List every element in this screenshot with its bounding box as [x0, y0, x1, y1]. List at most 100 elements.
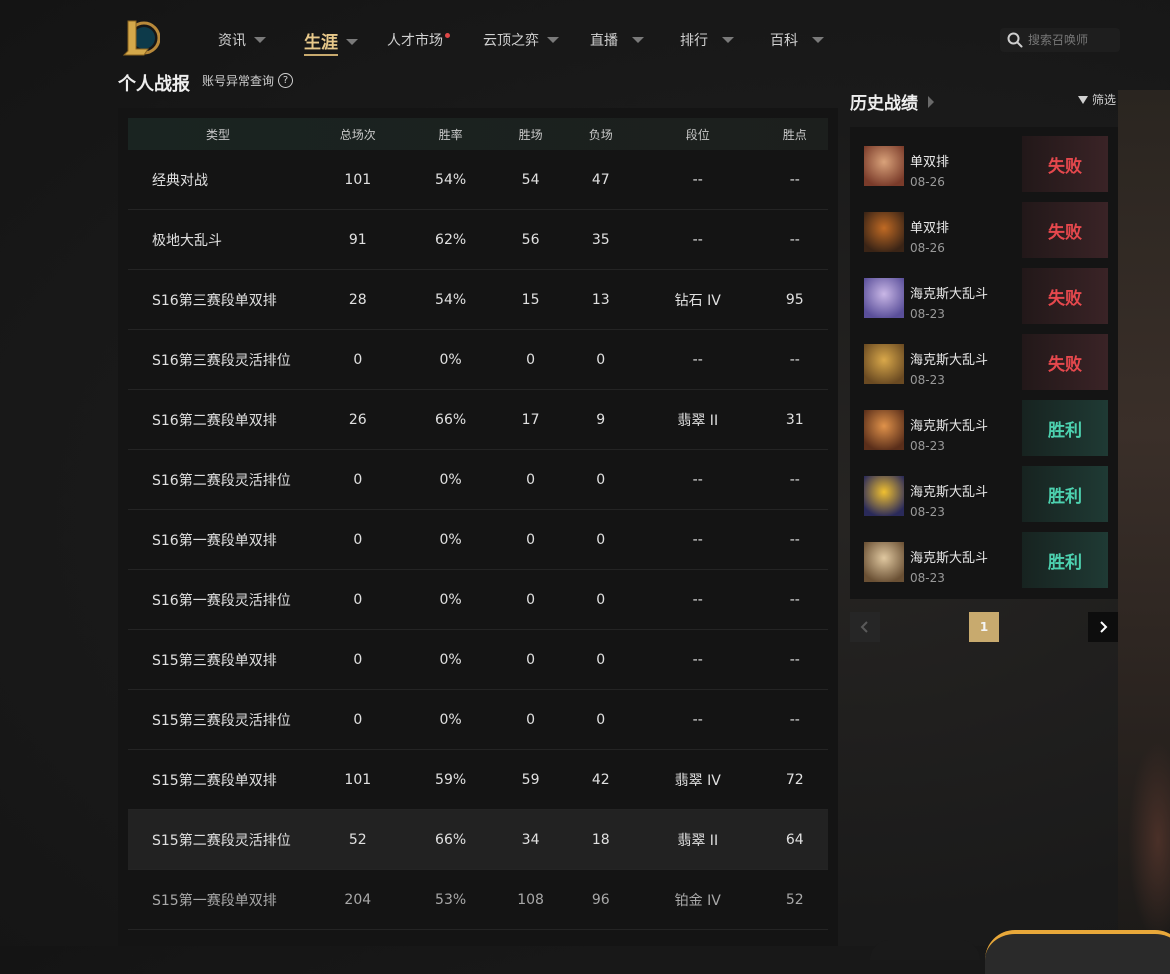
match-date: 08-23	[910, 307, 945, 321]
table-cell: --	[633, 209, 762, 270]
table-cell: 18	[567, 809, 634, 870]
table-cell: --	[633, 509, 762, 570]
history-title[interactable]: 历史战绩	[850, 89, 934, 114]
table-cell: 34	[493, 809, 568, 870]
table-cell: 钻石 IV	[633, 269, 762, 330]
column-header: 胜点	[782, 127, 807, 142]
match-mode: 海克斯大乱斗	[910, 353, 989, 368]
table-cell: 64	[761, 809, 828, 870]
table-cell: 经典对战	[128, 150, 308, 210]
chevron-right-icon	[928, 95, 934, 108]
table-row: S15第一赛段单双排 204 53% 108 96 铂金 IV 52	[128, 869, 828, 930]
search-box[interactable]	[1000, 28, 1120, 52]
match-mode: 单双排	[910, 155, 950, 170]
table-cell: 54	[493, 150, 568, 210]
filter-button[interactable]: 筛选	[1078, 91, 1116, 108]
account-anomaly-link[interactable]: 账号异常查询 ?	[202, 72, 294, 89]
nav-item-tft[interactable]: 云顶之弈	[483, 30, 559, 50]
table-cell: 0	[567, 689, 634, 750]
search-input[interactable]	[1024, 33, 1118, 47]
table-cell: 59%	[407, 749, 494, 810]
table-row: S15第二赛段灵活排位 52 66% 34 18 翡翠 II 64	[128, 809, 828, 870]
nav-item-news[interactable]: 资讯	[218, 30, 266, 50]
match-item[interactable]: 海克斯大乱斗 08-23 胜利	[860, 466, 1108, 526]
table-cell: 108	[493, 869, 568, 930]
table-cell: 0	[493, 629, 568, 690]
nav-label: 云顶之弈	[483, 33, 539, 49]
table-cell: 0	[493, 509, 568, 570]
table-cell: 42	[567, 749, 634, 810]
table-cell: 翡翠 II	[633, 809, 762, 870]
match-date: 08-23	[910, 571, 945, 585]
match-item[interactable]: 单双排 08-26 失败	[860, 202, 1108, 262]
prev-page-button[interactable]	[850, 612, 880, 642]
floating-action-button[interactable]	[985, 930, 1170, 974]
search-icon[interactable]	[1006, 31, 1024, 49]
table-cell: 66%	[407, 389, 494, 450]
champion-avatar	[864, 344, 904, 384]
table-cell: S15第二赛段灵活排位	[128, 809, 308, 870]
table-cell: 52	[761, 869, 828, 930]
table-cell: 0%	[407, 449, 494, 510]
table-cell: 铂金 IV	[633, 869, 762, 930]
nav-label: 排行	[680, 33, 708, 49]
table-cell: 72	[761, 749, 828, 810]
page-number-button[interactable]: 1	[969, 612, 999, 642]
table-cell: 66%	[407, 809, 494, 870]
nav-item-talent-market[interactable]: 人才市场	[387, 30, 450, 50]
match-item[interactable]: 海克斯大乱斗 08-23 失败	[860, 268, 1108, 328]
nav-item-career[interactable]: 生涯	[304, 28, 358, 56]
champion-avatar	[864, 542, 904, 582]
match-item[interactable]: 海克斯大乱斗 08-23 胜利	[860, 532, 1108, 592]
table-cell: 0%	[407, 689, 494, 750]
match-mode: 单双排	[910, 221, 950, 236]
table-cell: S16第二赛段单双排	[128, 389, 308, 450]
match-mode: 海克斯大乱斗	[910, 419, 989, 434]
table-cell: 0	[567, 449, 634, 510]
chevron-down-icon	[547, 37, 559, 43]
table-cell: --	[761, 209, 828, 270]
table-cell: --	[633, 449, 762, 510]
nav-item-ranking[interactable]: 排行	[680, 30, 734, 50]
table-cell: 52	[308, 809, 408, 870]
match-item[interactable]: 海克斯大乱斗 08-23 失败	[860, 334, 1108, 394]
table-cell: S15第三赛段单双排	[128, 629, 308, 690]
nav-item-live[interactable]: 直播	[590, 30, 644, 50]
table-cell: --	[761, 509, 828, 570]
table-cell: --	[633, 629, 762, 690]
table-cell: S15第二赛段单双排	[128, 749, 308, 810]
stats-panel: 类型 总场次 胜率 胜场 负场 段位 胜点 经典对战 101 54% 54 47 -- -- 极地大乱斗 9…	[118, 108, 838, 946]
match-item[interactable]: 海克斯大乱斗 08-23 胜利	[860, 400, 1108, 460]
match-result-badge: 失败	[1022, 202, 1108, 258]
match-result-badge: 失败	[1022, 334, 1108, 390]
history-title-label: 历史战绩	[850, 94, 918, 114]
table-cell: S15第一赛段单双排	[128, 869, 308, 930]
chevron-down-icon	[722, 37, 734, 43]
table-row: S16第二赛段单双排 26 66% 17 9 翡翠 II 31	[128, 389, 828, 450]
table-cell: 17	[493, 389, 568, 450]
table-row: 经典对战 101 54% 54 47 -- --	[128, 150, 828, 210]
match-result-badge: 胜利	[1022, 400, 1108, 456]
table-cell: 0%	[407, 329, 494, 390]
table-cell: 极地大乱斗	[128, 209, 308, 270]
table-cell: 62%	[407, 209, 494, 270]
table-cell: 0	[308, 449, 408, 510]
lol-logo-icon[interactable]	[122, 17, 160, 59]
nav-item-wiki[interactable]: 百科	[770, 30, 824, 50]
table-row: S16第三赛段单双排 28 54% 15 13 钻石 IV 95	[128, 269, 828, 330]
table-cell: 0	[308, 509, 408, 570]
table-cell: --	[633, 329, 762, 390]
next-page-button[interactable]	[1088, 612, 1118, 642]
match-history-list: 单双排 08-26 失败 单双排 08-26 失败 海克斯大乱斗 08-23 失败 海克斯大乱斗 0…	[850, 127, 1118, 599]
match-item[interactable]: 单双排 08-26 失败	[860, 136, 1108, 196]
match-result-badge: 胜利	[1022, 466, 1108, 522]
chevron-down-icon	[812, 37, 824, 43]
nav-label: 资讯	[218, 33, 246, 49]
match-date: 08-23	[910, 505, 945, 519]
table-cell: S15第三赛段灵活排位	[128, 689, 308, 750]
table-cell: 0%	[407, 509, 494, 570]
table-cell: S16第二赛段灵活排位	[128, 449, 308, 510]
help-icon[interactable]: ?	[278, 73, 294, 88]
table-cell: S16第一赛段单双排	[128, 509, 308, 570]
filter-label: 筛选	[1092, 93, 1117, 107]
